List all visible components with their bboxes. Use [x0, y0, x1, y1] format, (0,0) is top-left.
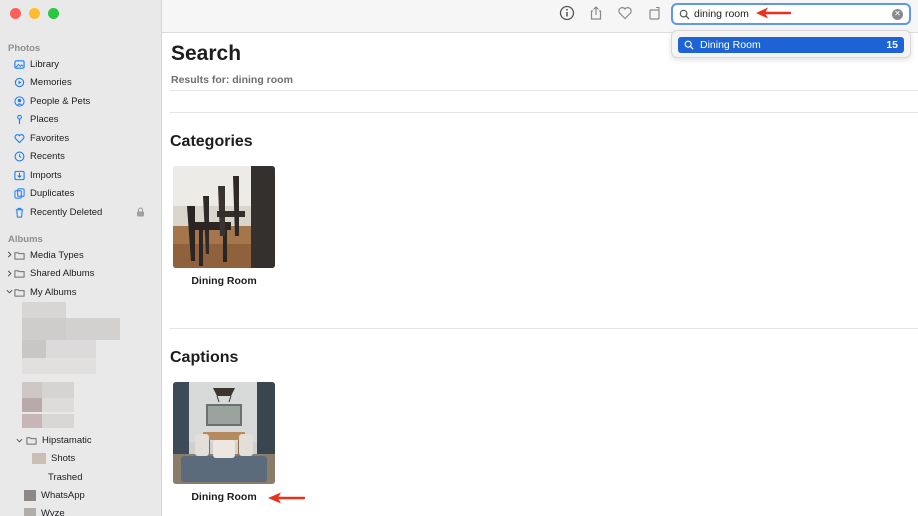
photos-section-header: Photos: [8, 43, 41, 54]
sidebar-item-my-albums[interactable]: My Albums: [14, 284, 76, 300]
category-thumbnail[interactable]: [173, 166, 275, 268]
sidebar-item-favorites[interactable]: Favorites: [14, 130, 69, 146]
search-input[interactable]: dining room: [694, 8, 892, 20]
toolbar: dining room ✕: [162, 0, 918, 33]
imports-icon: [14, 170, 25, 181]
sidebar-item-wyze[interactable]: Wyze: [24, 505, 65, 516]
divider: [170, 112, 918, 113]
duplicates-icon: [14, 187, 25, 199]
sidebar-item-label: Media Types: [30, 249, 84, 261]
folder-icon: [14, 268, 25, 279]
zoom-window-button[interactable]: [48, 8, 59, 19]
sidebar-item-label: Duplicates: [30, 187, 75, 199]
sidebar-item-places[interactable]: Places: [14, 111, 59, 127]
divider: [170, 90, 918, 91]
places-icon: [14, 114, 25, 125]
rotate-icon[interactable]: [647, 5, 663, 21]
trash-icon: [14, 207, 25, 218]
sidebar-item-shared-albums[interactable]: Shared Albums: [14, 265, 94, 281]
sidebar-item-people-pets[interactable]: People & Pets: [14, 93, 90, 109]
close-window-button[interactable]: [10, 8, 21, 19]
clock-icon: [14, 151, 25, 162]
annotation-arrow-icon: [756, 7, 792, 19]
sidebar-item-label: Recently Deleted: [30, 206, 103, 218]
sidebar-item-label: Trashed: [48, 471, 83, 483]
sidebar-item-label: My Albums: [30, 286, 77, 298]
chevron-down-icon[interactable]: [16, 437, 23, 444]
divider: [170, 328, 918, 329]
search-icon: [679, 9, 690, 20]
chevron-down-icon[interactable]: [6, 288, 13, 295]
info-icon[interactable]: [559, 5, 575, 21]
sidebar-item-shots[interactable]: Shots: [32, 450, 75, 466]
lock-icon: [137, 207, 144, 217]
sidebar-item-label: Shared Albums: [30, 267, 95, 279]
sidebar-item-label: People & Pets: [30, 95, 91, 107]
caption-label: Dining Room: [191, 491, 257, 503]
albums-section-header: Albums: [8, 234, 43, 245]
sidebar-item-hipstamatic[interactable]: Hipstamatic: [26, 432, 92, 448]
library-icon: [14, 59, 25, 70]
album-thumbnail: [24, 507, 36, 516]
sidebar-item-whatsapp[interactable]: WhatsApp: [24, 487, 85, 503]
album-thumbnail: [24, 489, 36, 501]
heart-icon: [14, 133, 25, 144]
sidebar-item-label: Imports: [30, 169, 62, 181]
suggestion-count: 15: [886, 39, 898, 51]
results-for-label: Results for: dining room: [171, 74, 293, 86]
sidebar-item-memories[interactable]: Memories: [14, 74, 72, 90]
album-thumbnail: [32, 452, 46, 464]
sidebar-item-label: Recents: [30, 150, 65, 162]
share-icon[interactable]: [588, 5, 604, 21]
sidebar-item-library[interactable]: Library: [14, 56, 59, 72]
sidebar-item-label: Wyze: [41, 507, 65, 516]
people-icon: [14, 95, 25, 107]
sidebar-item-imports[interactable]: Imports: [14, 167, 62, 183]
window-controls: [10, 8, 59, 19]
sidebar-item-label: Library: [30, 58, 60, 70]
categories-heading: Categories: [170, 133, 253, 150]
sidebar-item-label: Places: [30, 113, 59, 125]
sidebar-item-recently-deleted[interactable]: Recently Deleted: [14, 204, 102, 220]
folder-icon: [14, 287, 25, 298]
minimize-window-button[interactable]: [29, 8, 40, 19]
sidebar-item-duplicates[interactable]: Duplicates: [14, 185, 74, 201]
sidebar-item-label: WhatsApp: [41, 489, 85, 501]
annotation-arrow-icon: [268, 492, 306, 504]
main-content: dining room ✕ Dining Room 15 Search Resu…: [162, 0, 918, 516]
sidebar-item-media-types[interactable]: Media Types: [14, 247, 84, 263]
suggestion-dining-room[interactable]: Dining Room 15: [678, 37, 904, 53]
clear-search-icon[interactable]: ✕: [892, 8, 903, 20]
heart-icon[interactable]: [617, 5, 633, 21]
sidebar-item-label: Hipstamatic: [42, 434, 92, 446]
captions-heading: Captions: [170, 349, 239, 366]
chevron-right-icon[interactable]: [6, 270, 13, 277]
caption-thumbnail[interactable]: [173, 382, 275, 484]
sidebar: Photos Library Memories People & Pets Pl…: [0, 0, 162, 516]
sidebar-item-label: Memories: [30, 76, 72, 88]
search-icon: [684, 40, 694, 50]
search-suggestions-dropdown: Dining Room 15: [671, 30, 911, 58]
folder-icon: [14, 250, 25, 261]
folder-icon: [26, 435, 37, 446]
dining-room-photo: [173, 166, 275, 268]
suggestion-label: Dining Room: [700, 39, 761, 51]
category-label: Dining Room: [191, 275, 257, 287]
sidebar-item-trashed[interactable]: Trashed: [36, 469, 83, 485]
dining-room-photo: [173, 382, 275, 484]
sidebar-item-recents[interactable]: Recents: [14, 148, 65, 164]
sidebar-item-label: Favorites: [30, 132, 70, 144]
page-title: Search: [171, 42, 242, 65]
sidebar-item-label: Shots: [51, 452, 76, 464]
memories-icon: [14, 77, 25, 88]
chevron-right-icon[interactable]: [6, 251, 13, 258]
